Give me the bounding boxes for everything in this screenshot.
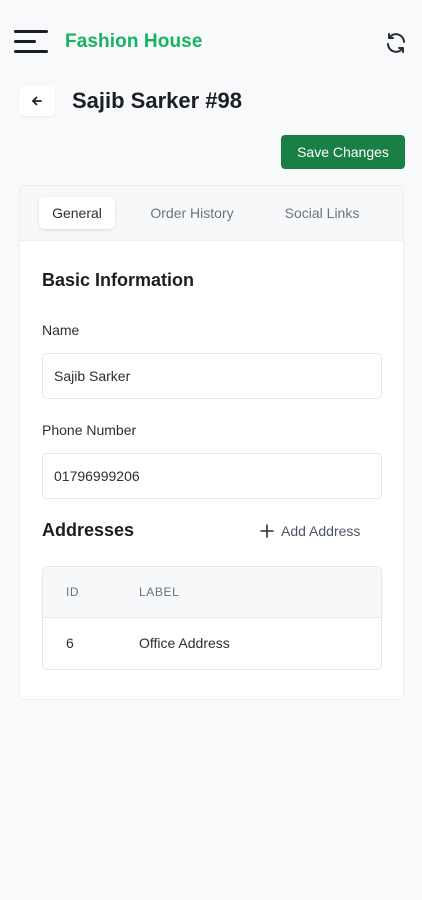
arrow-left-icon xyxy=(32,96,42,106)
add-address-label: Add Address xyxy=(281,523,361,539)
phone-number-label: Phone Number xyxy=(42,422,137,438)
name-label: Name xyxy=(42,322,80,338)
page-title: Sajib Sarker #98 xyxy=(72,88,243,113)
column-header-id: ID xyxy=(66,585,80,599)
name-field[interactable] xyxy=(42,353,382,399)
tab-social-links[interactable]: Social Links xyxy=(270,197,374,229)
back-button[interactable] xyxy=(19,86,55,116)
basic-information-heading: Basic Information xyxy=(42,270,195,290)
top-bar: Fashion House xyxy=(0,0,422,86)
tab-bar: General Order History Social Links xyxy=(20,186,403,241)
address-label-cell: Office Address xyxy=(139,635,230,651)
plus-icon xyxy=(260,524,274,538)
hamburger-menu-icon[interactable] xyxy=(14,30,48,54)
address-id-cell: 6 xyxy=(66,635,74,651)
brand-name: Fashion House xyxy=(65,31,203,52)
customer-card: General Order History Social Links Basic… xyxy=(19,185,404,700)
save-changes-button[interactable]: Save Changes xyxy=(281,135,405,169)
add-address-button[interactable]: Add Address xyxy=(260,521,360,541)
tab-order-history[interactable]: Order History xyxy=(135,197,249,229)
table-header: ID LABEL xyxy=(43,567,381,618)
addresses-heading: Addresses xyxy=(42,520,135,540)
addresses-table: ID LABEL 6 Office Address xyxy=(42,566,382,670)
tab-general[interactable]: General xyxy=(39,197,115,229)
phone-number-field[interactable] xyxy=(42,453,382,499)
column-header-label: LABEL xyxy=(139,585,180,599)
table-row[interactable]: 6 Office Address xyxy=(43,618,381,669)
refresh-icon[interactable] xyxy=(384,31,408,55)
